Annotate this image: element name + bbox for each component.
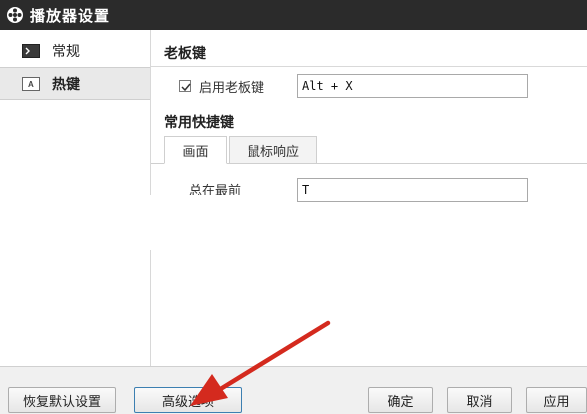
section-divider [151,66,587,67]
boss-key-section-title: 老板键 [164,46,206,62]
cancel-button[interactable]: 取消 [447,387,512,413]
title-bar: 播放器设置 [0,0,587,30]
player-settings-window: 播放器设置 常规 A 热键 老板键 启用老板键 Alt + X 常用快捷键 画面… [0,0,587,414]
always-on-top-hotkey-input[interactable]: T [297,178,528,202]
blank-overlay [0,195,244,250]
tab-mouse-response[interactable]: 鼠标响应 [229,136,317,164]
window-title: 播放器设置 [30,6,111,25]
enable-boss-key-label: 启用老板键 [199,81,265,96]
dialog-button-bar: 恢复默认设置 高级选项 确定 取消 应用 [0,366,587,414]
sidebar-item-general[interactable]: 常规 [0,34,150,67]
advanced-options-button[interactable]: 高级选项 [134,387,242,413]
tab-display[interactable]: 画面 [164,136,227,164]
sidebar-item-label: 常规 [52,43,80,60]
boss-key-hotkey-input[interactable]: Alt + X [297,74,528,98]
film-reel-icon [7,7,23,23]
apply-button[interactable]: 应用 [526,387,587,413]
ok-button[interactable]: 确定 [368,387,433,413]
checkmark-icon [181,83,191,92]
keyboard-key-icon: A [22,76,40,91]
restore-defaults-button[interactable]: 恢复默认设置 [8,387,116,413]
terminal-icon [22,43,40,58]
common-shortcuts-section-title: 常用快捷键 [164,115,234,131]
enable-boss-key-checkbox[interactable] [179,80,191,92]
sidebar-item-label: 热键 [52,76,80,93]
svg-text:A: A [28,80,34,89]
sidebar-item-hotkeys[interactable]: A 热键 [0,67,150,100]
